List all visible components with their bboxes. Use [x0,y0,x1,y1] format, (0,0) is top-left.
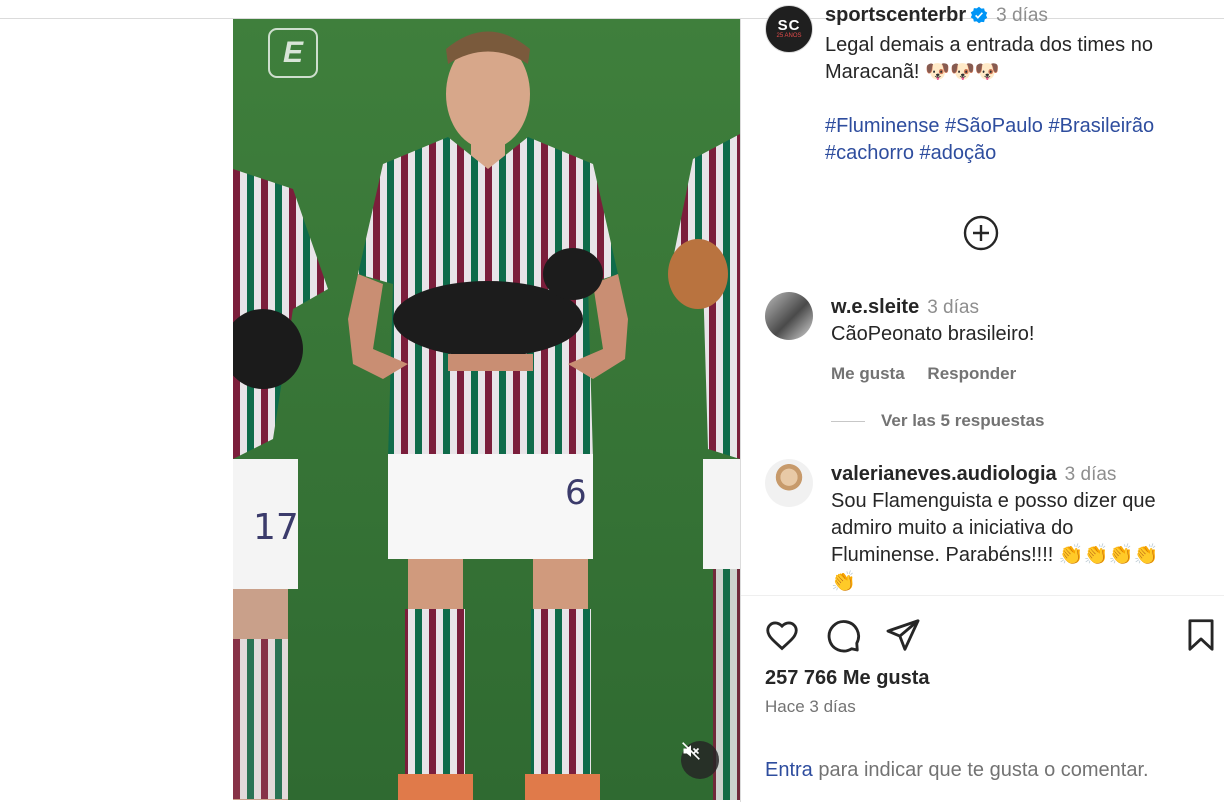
plus-circle-icon [963,215,999,251]
caption-line-2: Maracanã! 🐶🐶🐶 [825,61,1000,83]
actions-divider [741,595,1224,596]
muted-speaker-icon [682,742,700,760]
hashtags-line-2[interactable]: #cachorro #adoção [825,140,1195,167]
commenter-avatar[interactable] [765,459,813,507]
commenter-username[interactable]: w.e.sleite [831,296,919,318]
comment-button[interactable] [824,616,862,654]
video-frame: 17 6 [233,19,740,800]
comment-text-line-1: Sou Flamenguista e posso dizer que [831,490,1156,512]
commenter-avatar[interactable] [765,292,813,340]
bookmark-icon [1188,619,1214,651]
comment-reply-button[interactable]: Responder [927,364,1016,383]
replies-divider [831,421,865,423]
save-button[interactable] [1182,616,1220,654]
comment-text-line-2: admiro muito a iniciativa do [831,517,1074,539]
caption-line-1: Legal demais a entrada dos times no [825,34,1153,56]
author-avatar[interactable]: SC 25 ANOS [765,5,813,53]
author-avatar-subtext: 25 ANOS [776,32,802,39]
comment-like-button[interactable]: Me gusta [831,364,905,383]
login-prompt-text: para indicar que te gusta o comentar. [812,759,1149,781]
comment-text-line-4: 👏 [831,571,856,593]
comment-body: valerianeves.audiologia 3 días Sou Flamen… [831,461,1191,596]
author-username[interactable]: sportscenterbr [825,4,966,26]
svg-text:6: 6 [565,473,587,513]
speech-bubble-icon [827,620,860,653]
commenter-username[interactable]: valerianeves.audiologia [831,463,1057,485]
espn-logo: E [268,28,318,78]
caption-time: 3 días [996,5,1048,26]
caption-text: sportscenterbr 3 días Legal demais a entr… [825,2,1195,167]
mute-toggle-button[interactable] [681,741,719,779]
comment-body: w.e.sleite 3 días CãoPeonato brasileiro! … [831,294,1191,387]
espn-logo-letter: E [282,36,303,69]
load-more-comments-button[interactable] [961,213,1001,253]
hashtags-line-1[interactable]: #Fluminense #SãoPaulo #Brasileirão [825,113,1195,140]
paper-plane-icon [886,619,920,651]
author-avatar-text: SC [777,16,801,34]
comment-time: 3 días [1064,464,1117,485]
login-link[interactable]: Entra [765,759,813,781]
like-button[interactable] [763,616,801,654]
comment-time: 3 días [927,297,979,318]
heart-icon [766,621,798,651]
post-date: Hace 3 días [765,697,856,716]
login-prompt: Entra para indicar que te gusta o coment… [765,759,1149,782]
svg-text:17: 17 [253,507,299,548]
view-replies-button[interactable]: Ver las 5 respuestas [831,411,1045,431]
view-replies-label: Ver las 5 respuestas [881,411,1045,430]
comment-text-line-3: Fluminense. Parabéns!!!! 👏👏👏👏 [831,544,1159,566]
post-details-panel: SC 25 ANOS sportscenterbr 3 días Legal de… [740,4,1224,802]
verified-badge-icon [970,5,988,32]
comment-text: CãoPeonato brasileiro! [831,323,1035,345]
likes-count[interactable]: 257 766 Me gusta [765,667,930,690]
post-video[interactable]: 17 6 E [233,19,740,800]
share-button[interactable] [884,616,922,654]
